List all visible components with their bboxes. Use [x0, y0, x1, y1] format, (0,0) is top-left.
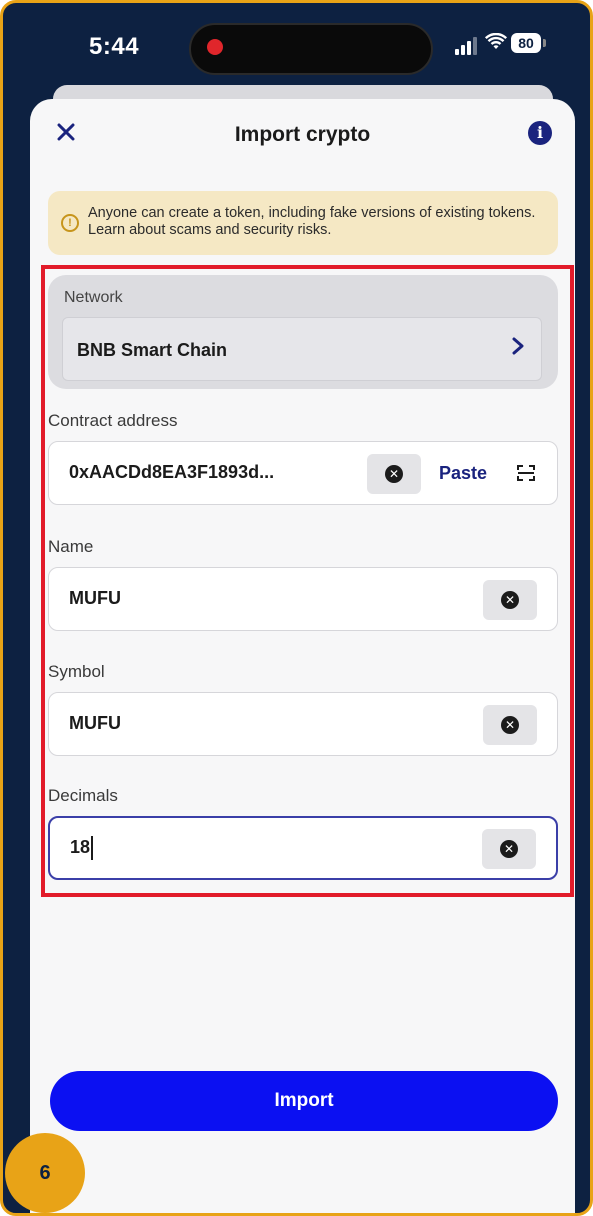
highlight-outline: [41, 265, 574, 897]
battery-level: 80: [511, 33, 541, 53]
scam-warning-banner: ! Anyone can create a token, including f…: [48, 191, 558, 255]
recording-dot-icon: [207, 39, 223, 55]
status-time: 5:44: [89, 33, 140, 60]
wifi-icon: [484, 31, 508, 57]
page-title: Import crypto: [234, 123, 371, 146]
status-bar: 5:44 80: [3, 3, 590, 93]
signal-icon: [455, 37, 479, 55]
step-number-badge: 6: [5, 1133, 85, 1213]
info-circle-icon: !: [61, 214, 79, 232]
dynamic-island: [189, 23, 433, 75]
battery-tip: [543, 39, 546, 47]
info-icon[interactable]: i: [528, 121, 552, 145]
device-frame: 5:44 80 Import crypto i ! Anyone can cre…: [0, 0, 593, 1216]
import-button[interactable]: Import: [50, 1071, 558, 1131]
warning-text: Anyone can create a token, including fak…: [88, 205, 536, 238]
